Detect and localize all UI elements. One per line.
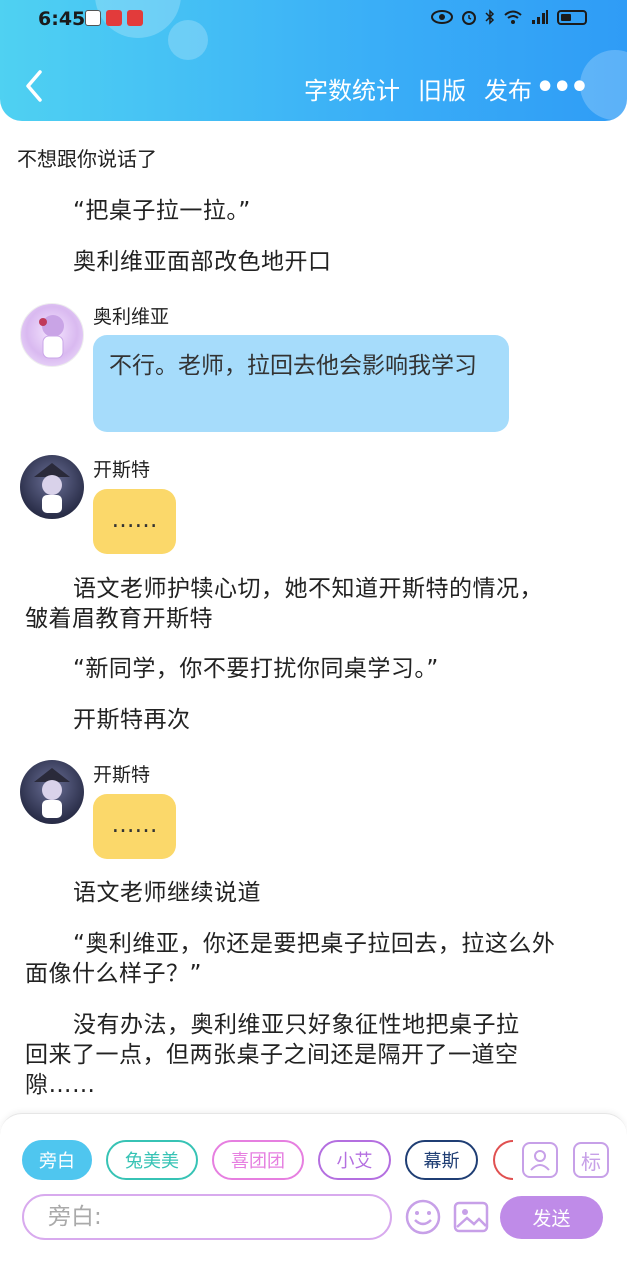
speaker-name: 开斯特 (93, 459, 151, 481)
composer-panel: 旁白 兔美美 喜团团 小艾 幕斯 标 发送 (0, 1113, 627, 1280)
narration-paragraph: 奥利维亚面部改色地开口 (73, 249, 332, 275)
mark-button[interactable]: 标 (573, 1142, 609, 1178)
avatar-olivia[interactable] (20, 303, 84, 367)
narration-paragraph: “奥利维亚，你还是要把桌子拉回去，拉这么外 (73, 931, 556, 957)
emoji-button[interactable] (404, 1198, 442, 1236)
grid-app-icon (85, 10, 101, 26)
narration-paragraph: 面像什么样子？” (25, 961, 202, 987)
role-chip[interactable]: 幕斯 (405, 1140, 478, 1180)
header-actions: 字数统计 旧版 发布 (304, 71, 532, 106)
smiley-icon (405, 1199, 441, 1235)
role-chip[interactable]: 兔美美 (106, 1140, 198, 1180)
status-bar: 6:45 (0, 0, 627, 38)
narration-paragraph: 语文老师护犊心切，她不知道开斯特的情况， (73, 576, 543, 602)
back-button[interactable] (18, 66, 52, 106)
more-menu-button[interactable]: ••• (535, 70, 589, 105)
role-chip[interactable]: 喜团团 (212, 1140, 304, 1180)
narration-paragraph: 回来了一点，但两张桌子之间还是隔开了一道空 (25, 1042, 519, 1068)
message-input[interactable] (24, 1196, 390, 1238)
image-button[interactable] (452, 1198, 490, 1236)
character-kester-icon (34, 768, 70, 818)
narration-paragraph: 语文老师继续说道 (73, 880, 261, 906)
wifi-icon (504, 10, 522, 24)
speaker-name: 开斯特 (93, 764, 151, 786)
role-chip[interactable]: 小艾 (318, 1140, 391, 1180)
add-role-button[interactable] (522, 1142, 558, 1178)
message-input-wrapper (22, 1194, 392, 1240)
bluetooth-icon (485, 9, 495, 25)
narration-paragraph: “新同学，你不要打扰你同桌学习。” (73, 656, 439, 682)
decorative-bubble (580, 50, 627, 120)
character-kester-icon (34, 463, 70, 513)
chevron-left-icon (26, 70, 42, 102)
narration-paragraph: “把桌子拉一拉。” (73, 198, 251, 224)
avatar-kester[interactable] (20, 455, 84, 519)
old-version-button[interactable]: 旧版 (418, 71, 466, 106)
narration-paragraph: 皱着眉教育开斯特 (25, 606, 213, 632)
role-chip-narration[interactable]: 旁白 (22, 1140, 92, 1180)
battery-icon (557, 9, 587, 25)
signal-icon (532, 10, 548, 24)
status-system-icons (431, 9, 587, 25)
status-notification-icons (85, 10, 143, 26)
narration-paragraph: 隙…… (25, 1072, 96, 1098)
top-header: 6:45 字数统计 旧版 发布 ••• (0, 0, 627, 121)
status-time: 6:45 (38, 8, 86, 30)
chapter-title: 不想跟你说话了 (17, 147, 157, 171)
chart-app-icon (127, 10, 143, 26)
role-chip-partial[interactable] (493, 1140, 513, 1180)
narration-paragraph: 开斯特再次 (73, 707, 191, 733)
person-icon (530, 1150, 550, 1171)
eye-icon (431, 10, 453, 24)
alarm-icon (462, 11, 476, 25)
image-icon (453, 1201, 489, 1233)
send-button[interactable]: 发送 (500, 1196, 603, 1239)
narration-paragraph: 没有办法，奥利维亚只好象征性地把桌子拉 (73, 1012, 520, 1038)
avatar-kester[interactable] (20, 760, 84, 824)
dialogue-bubble[interactable]: …… (93, 794, 176, 859)
dialogue-bubble[interactable]: …… (93, 489, 176, 554)
book-app-icon (106, 10, 122, 26)
speaker-name: 奥利维亚 (93, 306, 170, 328)
character-olivia-icon (39, 315, 64, 359)
word-count-button[interactable]: 字数统计 (304, 71, 400, 106)
publish-button[interactable]: 发布 (484, 71, 532, 106)
dialogue-bubble[interactable]: 不行。老师，拉回去他会影响我学习 (93, 335, 509, 432)
